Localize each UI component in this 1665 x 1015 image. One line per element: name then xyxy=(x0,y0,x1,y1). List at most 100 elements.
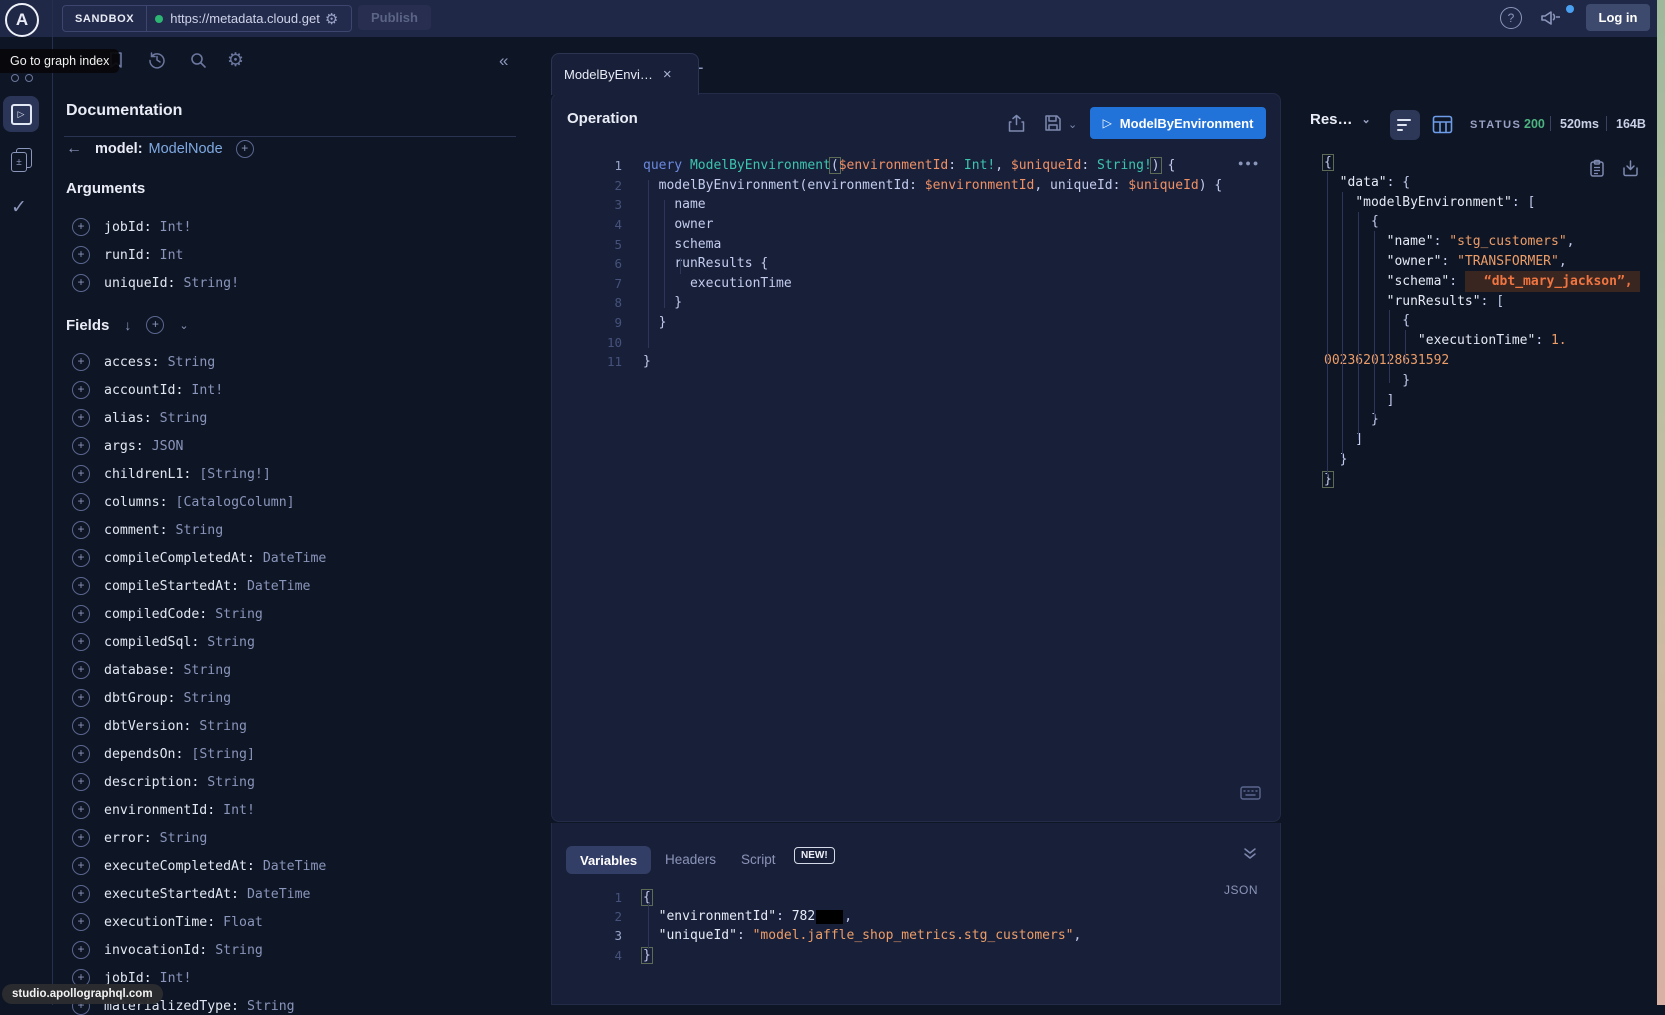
variables-editor[interactable]: { "environmentId": 782, "uniqueId": "mod… xyxy=(643,888,1081,965)
add-field-icon[interactable]: + xyxy=(72,661,90,679)
add-field-icon[interactable]: + xyxy=(72,521,90,539)
doc-field-row[interactable]: + environmentId: Int! xyxy=(72,801,255,819)
schema-nav-icon[interactable]: ± xyxy=(11,148,31,172)
endpoint-url[interactable]: https://metadata.cloud.get xyxy=(170,11,320,26)
doc-field-row[interactable]: +compileCompletedAt:DateTime xyxy=(72,549,326,567)
code-line[interactable]: { xyxy=(643,888,1081,907)
doc-field-row[interactable]: + comment: String xyxy=(72,521,223,539)
field-type[interactable]: DateTime xyxy=(263,551,327,566)
code-line[interactable]: } xyxy=(643,352,1222,372)
operation-editor[interactable]: query ModelByEnvironment($environmentId:… xyxy=(643,156,1222,372)
code-line[interactable]: runResults { xyxy=(643,254,1222,274)
code-line[interactable]: "name": "stg_customers", xyxy=(1324,232,1640,252)
doc-field-row[interactable]: + executeCompletedAt: DateTime xyxy=(72,857,326,875)
more-menu-icon[interactable]: ●●● xyxy=(1238,158,1260,168)
add-field-icon[interactable]: + xyxy=(72,801,90,819)
field-name[interactable]: compiledCode: xyxy=(104,607,207,622)
checks-nav-icon[interactable]: ✓ xyxy=(11,196,27,219)
add-field-icon[interactable]: + xyxy=(72,353,90,371)
field-name[interactable]: executeCompletedAt: xyxy=(104,859,255,874)
doc-field-row[interactable]: +compiledCode:String xyxy=(72,605,263,623)
code-line[interactable]: name xyxy=(643,195,1222,215)
field-name[interactable]: dbtGroup: xyxy=(104,691,175,706)
field-name[interactable]: access: xyxy=(104,355,160,370)
field-type[interactable]: String xyxy=(160,831,208,846)
keyboard-shortcuts-icon[interactable] xyxy=(1240,786,1261,805)
field-type[interactable]: [CatalogColumn] xyxy=(176,495,295,510)
code-line[interactable]: } xyxy=(643,313,1222,333)
doc-field-row[interactable]: +dbtGroup:String xyxy=(72,689,231,707)
endpoint-settings-icon[interactable]: ⚙ xyxy=(325,10,338,28)
field-name[interactable]: error: xyxy=(104,831,152,846)
field-name[interactable]: childrenL1: xyxy=(104,467,191,482)
doc-field-row[interactable]: +runId:Int xyxy=(72,246,183,264)
code-line[interactable]: } xyxy=(643,946,1081,965)
doc-field-row[interactable]: +uniqueId:String! xyxy=(72,274,239,292)
doc-field-row[interactable]: +dependsOn:[String] xyxy=(72,745,255,763)
doc-field-row[interactable]: +invocationId:String xyxy=(72,941,263,959)
field-type[interactable]: String xyxy=(183,691,231,706)
settings-gear-icon[interactable]: ⚙ xyxy=(227,49,244,72)
doc-field-row[interactable]: +columns:[CatalogColumn] xyxy=(72,493,295,511)
add-field-icon[interactable]: + xyxy=(72,246,90,264)
field-type[interactable]: DateTime xyxy=(247,579,311,594)
add-field-icon[interactable]: + xyxy=(72,857,90,875)
field-type[interactable]: DateTime xyxy=(247,887,311,902)
add-field-icon[interactable]: + xyxy=(72,605,90,623)
field-type[interactable]: Int! xyxy=(223,803,255,818)
code-line[interactable]: } xyxy=(1324,450,1640,470)
code-line[interactable]: 0023620128631592 xyxy=(1324,351,1640,371)
field-name[interactable]: dbtVersion: xyxy=(104,719,191,734)
code-line[interactable]: } xyxy=(1324,371,1640,391)
code-line[interactable]: "owner": "TRANSFORMER", xyxy=(1324,252,1640,272)
add-field-icon[interactable]: + xyxy=(72,409,90,427)
code-line[interactable]: { xyxy=(1324,153,1640,173)
field-name[interactable]: environmentId: xyxy=(104,803,215,818)
code-line[interactable]: "modelByEnvironment": [ xyxy=(1324,193,1640,213)
add-field-icon[interactable]: + xyxy=(72,381,90,399)
publish-button[interactable]: Publish xyxy=(358,5,431,30)
field-name[interactable]: accountId: xyxy=(104,383,183,398)
doc-field-row[interactable]: + jobId: Int! xyxy=(72,218,191,236)
add-field-icon[interactable]: + xyxy=(72,465,90,483)
add-field-icon[interactable]: + xyxy=(72,745,90,763)
field-type[interactable]: Int! xyxy=(160,220,192,235)
field-type[interactable]: [String!] xyxy=(199,467,270,482)
field-type[interactable]: JSON xyxy=(152,439,184,454)
add-field-icon[interactable]: + xyxy=(72,577,90,595)
tab-modelbyenvironment[interactable]: ModelByEnvi… × xyxy=(551,53,699,95)
doc-field-row[interactable]: +executeStartedAt:DateTime xyxy=(72,885,311,903)
field-type[interactable]: String xyxy=(215,943,263,958)
collapse-panel-icon[interactable] xyxy=(1242,846,1258,867)
field-type[interactable]: String! xyxy=(183,276,239,291)
field-type[interactable]: String xyxy=(176,523,224,538)
code-line[interactable]: modelByEnvironment(environmentId: $envir… xyxy=(643,176,1222,196)
add-field-icon[interactable]: + xyxy=(72,829,90,847)
doc-field-row[interactable]: +args:JSON xyxy=(72,437,183,455)
field-name[interactable]: comment: xyxy=(104,523,168,538)
code-line[interactable]: "runResults": [ xyxy=(1324,292,1640,312)
tab-script[interactable]: Script xyxy=(741,852,776,867)
code-line[interactable]: "schema": “dbt_mary_jackson”, xyxy=(1324,272,1640,292)
response-body[interactable]: { "data": { "modelByEnvironment": [ { "n… xyxy=(1324,153,1640,490)
apollo-logo[interactable]: A xyxy=(5,3,39,37)
field-name[interactable]: dependsOn: xyxy=(104,747,183,762)
add-field-icon[interactable]: + xyxy=(72,218,90,236)
code-line[interactable]: "executionTime": 1. xyxy=(1324,331,1640,351)
field-type[interactable]: Int xyxy=(160,248,184,263)
tab-variables[interactable]: Variables xyxy=(566,846,651,874)
field-type[interactable]: String xyxy=(199,719,247,734)
field-type[interactable]: String xyxy=(168,355,216,370)
code-line[interactable]: } xyxy=(1324,470,1640,490)
add-model-icon[interactable]: + xyxy=(236,140,254,158)
doc-field-row[interactable]: + access: String xyxy=(72,353,215,371)
doc-field-row[interactable]: +database:String xyxy=(72,661,231,679)
field-name[interactable]: executeStartedAt: xyxy=(104,887,239,902)
field-name[interactable]: compiledSql: xyxy=(104,635,199,650)
doc-field-row[interactable]: +compiledSql:String xyxy=(72,633,255,651)
field-name[interactable]: jobId: xyxy=(104,220,152,235)
graph-index-icon-2[interactable] xyxy=(25,74,33,82)
add-field-icon[interactable]: + xyxy=(72,941,90,959)
field-type[interactable]: DateTime xyxy=(263,859,327,874)
chevron-down-icon[interactable]: ⌄ xyxy=(179,319,188,332)
